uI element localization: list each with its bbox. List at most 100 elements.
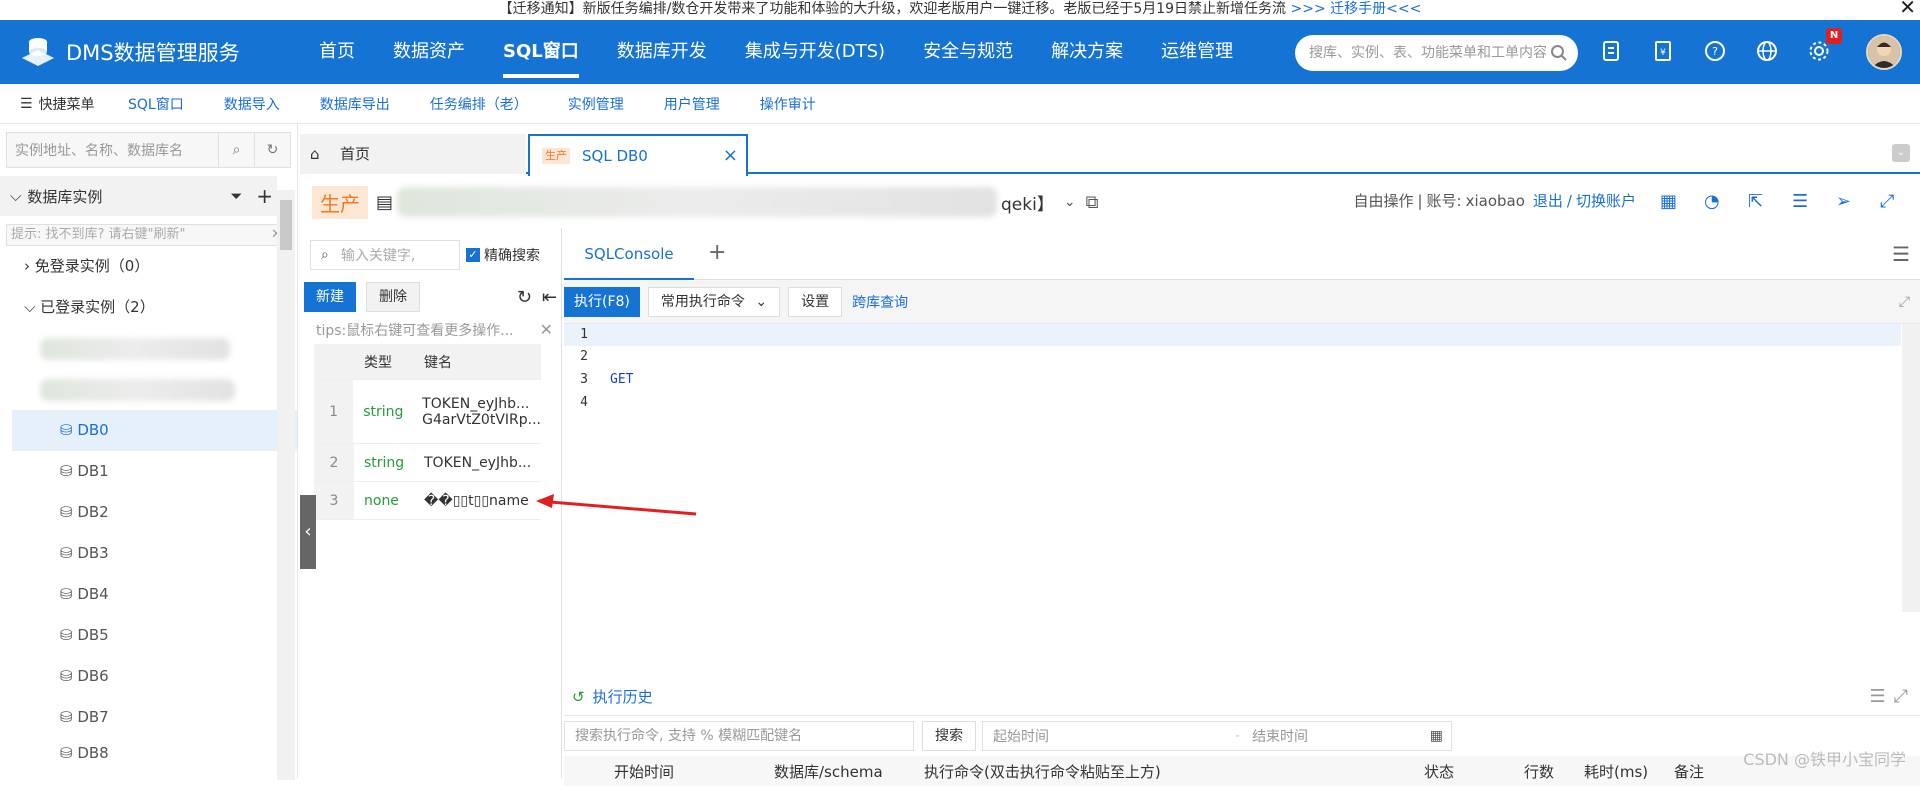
- add-icon[interactable]: +: [256, 184, 273, 208]
- nav-solutions[interactable]: 解决方案: [1032, 20, 1142, 84]
- search-icon[interactable]: ⌕: [218, 133, 254, 167]
- history-search-input[interactable]: 搜索执行命令, 支持 % 模糊匹配键名: [564, 721, 914, 751]
- avatar[interactable]: [1866, 34, 1902, 70]
- nav-home[interactable]: 首页: [300, 20, 374, 84]
- fullscreen-icon[interactable]: ⤢: [1880, 191, 1900, 211]
- search-icon[interactable]: [1550, 44, 1568, 62]
- db-instance-header[interactable]: ⌵ 数据库实例 ⏷ +: [0, 176, 277, 216]
- calendar-icon[interactable]: ▦: [1430, 728, 1443, 744]
- nav-security[interactable]: 安全与规范: [904, 20, 1032, 84]
- close-icon[interactable]: ✕: [540, 320, 553, 339]
- billing-icon[interactable]: ¥: [1652, 40, 1674, 62]
- add-tab-icon[interactable]: +: [708, 240, 726, 265]
- date-range-picker[interactable]: 起始时间 - 结束时间 ▦: [982, 721, 1452, 751]
- quick-link-task-orchestration[interactable]: 任务编排（老）: [430, 94, 528, 114]
- key-type: string: [353, 380, 414, 443]
- code-editor[interactable]: 1 2 3 4 GET: [564, 324, 1920, 664]
- chevron-down-icon[interactable]: ⌄: [1064, 194, 1076, 210]
- settings-button[interactable]: 设置: [788, 287, 842, 317]
- expand-icon[interactable]: ⤢: [1899, 294, 1910, 310]
- document-icon[interactable]: [1600, 40, 1622, 62]
- tree-db-item[interactable]: ⛁ DB1: [0, 451, 297, 492]
- hint-input[interactable]: 提示: 找不到库? 请右键"刷新" ✕: [6, 224, 287, 246]
- table-row[interactable]: 2 string TOKEN_eyJhb...: [314, 444, 541, 482]
- table-row[interactable]: 3 none ��▯▯t▯▯name: [314, 482, 541, 520]
- tree-group-no-login[interactable]: › 免登录实例（0）: [0, 246, 297, 287]
- tree-db-item[interactable]: ⛁ DB6: [0, 656, 297, 697]
- migration-manual-link[interactable]: >>> 迁移手册<<<: [1291, 1, 1422, 17]
- hamburger-icon[interactable]: ☰: [1869, 686, 1885, 707]
- quick-link-audit[interactable]: 操作审计: [760, 94, 816, 114]
- logout-link[interactable]: 退出: [1533, 190, 1563, 211]
- instance-search-input[interactable]: 实例地址、名称、数据库名 ⌕ ↻: [6, 132, 291, 168]
- external-link-icon[interactable]: ⇱: [1748, 191, 1768, 211]
- tab-sqlconsole[interactable]: SQLConsole: [564, 228, 694, 280]
- global-search-input[interactable]: 搜库、实例、表、功能菜单和工单内容: [1295, 35, 1578, 71]
- collapse-list-icon[interactable]: ⇤: [542, 287, 557, 308]
- run-button[interactable]: 执行(F8): [564, 287, 640, 317]
- tree-db-item[interactable]: ⛁ DB5: [0, 615, 297, 656]
- close-icon[interactable]: ✕: [1899, 0, 1916, 16]
- quick-link-data-import[interactable]: 数据导入: [224, 94, 280, 114]
- copy-icon[interactable]: ⧉: [1086, 192, 1099, 213]
- db-instance-title: 数据库实例: [27, 186, 102, 207]
- tree-db-item[interactable]: ⛁ DB3: [0, 533, 297, 574]
- env-badge: 生产: [312, 186, 368, 219]
- send-icon[interactable]: ➢: [1836, 191, 1856, 211]
- key-search-input[interactable]: ⌕ 输入关键字,: [310, 240, 460, 270]
- tree-db-item[interactable]: ⛁ DB7: [0, 697, 297, 738]
- collapse-panel-button[interactable]: ‹: [300, 495, 316, 569]
- nav-ops[interactable]: 运维管理: [1142, 20, 1252, 84]
- exact-search-checkbox[interactable]: ✓ 精确搜索: [466, 245, 540, 265]
- tree-db-item[interactable]: ⛁ DB8: [0, 738, 297, 758]
- end-time[interactable]: 结束时间: [1252, 726, 1308, 746]
- tree-group-logged-in[interactable]: ⌵ 已登录实例（2）: [0, 287, 297, 328]
- tree-db-item[interactable]: ⛁ DB4: [0, 574, 297, 615]
- tab-sql-db0[interactable]: 生产 SQL DB0 ×: [528, 134, 748, 176]
- help-icon[interactable]: ?: [1704, 40, 1726, 62]
- close-icon[interactable]: ×: [723, 136, 738, 176]
- tree-instance-blurred[interactable]: [0, 369, 297, 410]
- refresh-icon[interactable]: ↻: [254, 133, 290, 167]
- expand-icon[interactable]: ⤢: [1894, 686, 1908, 707]
- quick-link-user-mgmt[interactable]: 用户管理: [664, 94, 720, 114]
- quick-menu-toggle[interactable]: ☰ 快捷菜单: [0, 94, 128, 114]
- new-key-button[interactable]: 新建: [304, 282, 356, 312]
- refresh-icon[interactable]: ↻: [517, 287, 532, 308]
- connection-bar: 生产 ▤ qeki】 ⌄ ⧉ 自由操作 | 账号: xiaobao 退出 / 切…: [300, 178, 1920, 226]
- table-row[interactable]: 1 string TOKEN_eyJhb... G4arVtZ0tVIRp...: [314, 380, 541, 444]
- nav-data-assets[interactable]: 数据资产: [374, 20, 484, 84]
- start-time[interactable]: 起始时间: [993, 726, 1223, 746]
- switch-account-link[interactable]: 切换账户: [1576, 190, 1636, 211]
- scrollbar-thumb[interactable]: [280, 200, 292, 250]
- monitor-icon[interactable]: ◔: [1704, 191, 1724, 211]
- cross-db-query-link[interactable]: 跨库查询: [852, 292, 908, 312]
- table-icon[interactable]: ▦: [1660, 191, 1680, 211]
- table-header: 类型 键名: [314, 344, 541, 380]
- tree-db-item[interactable]: ⛁ DB2: [0, 492, 297, 533]
- quick-link-sql-window[interactable]: SQL窗口: [128, 94, 184, 114]
- globe-icon[interactable]: [1756, 40, 1778, 62]
- chevron-down-icon[interactable]: ⌄: [1892, 144, 1910, 162]
- settings-button[interactable]: N: [1808, 40, 1830, 62]
- logo[interactable]: DMS数据管理服务: [0, 32, 300, 72]
- tab-home[interactable]: ⌂ 首页: [300, 134, 526, 174]
- nav-sql-window[interactable]: SQL窗口: [484, 20, 598, 84]
- list-icon[interactable]: ☰: [1792, 191, 1812, 211]
- nav-dts[interactable]: 集成与开发(DTS): [726, 20, 904, 84]
- quick-link-db-export[interactable]: 数据库导出: [320, 94, 390, 114]
- db-label: DB0: [77, 421, 108, 439]
- filter-icon[interactable]: ⏷: [230, 187, 242, 205]
- tree-db-item[interactable]: ⛁ DB0: [12, 410, 297, 451]
- editor-scrollbar[interactable]: [1902, 324, 1920, 612]
- quick-link-instance-mgmt[interactable]: 实例管理: [568, 94, 624, 114]
- account-info: 自由操作 | 账号: xiaobao 退出 / 切换账户 ▦ ◔ ⇱ ☰ ➢ ⤢: [1353, 190, 1900, 211]
- common-commands-select[interactable]: 常用执行命令 ⌄: [648, 287, 780, 317]
- delete-key-button[interactable]: 删除: [366, 282, 420, 312]
- nav-db-dev[interactable]: 数据库开发: [598, 20, 726, 84]
- tree-instance-blurred[interactable]: [0, 328, 297, 369]
- history-search-button[interactable]: 搜索: [922, 721, 976, 751]
- sidebar-scrollbar[interactable]: [277, 190, 295, 780]
- hamburger-icon[interactable]: ☰: [1892, 242, 1910, 266]
- history-icon: ↺: [572, 688, 585, 706]
